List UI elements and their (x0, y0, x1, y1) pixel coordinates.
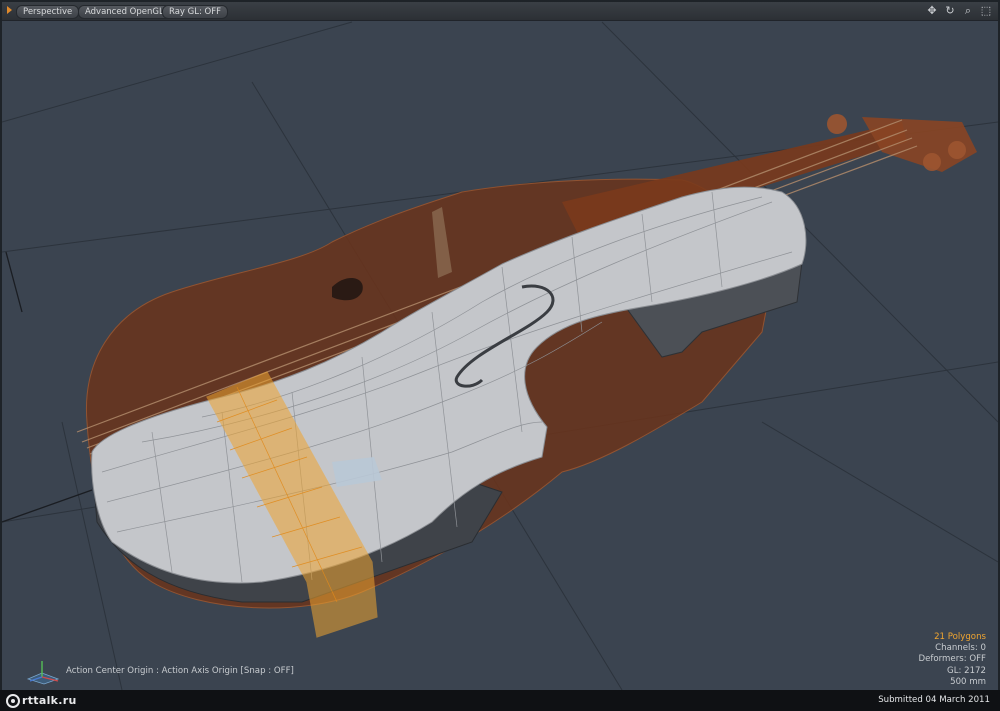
viewport-nav-icons: ✥ ↻ ⌕ ⬚ (926, 4, 992, 17)
zoom-icon[interactable]: ⌕ (962, 4, 974, 17)
site-logo[interactable]: rttalk.ru (6, 693, 77, 708)
axis-gizmo-icon (26, 661, 60, 685)
scene-canvas[interactable] (2, 2, 998, 690)
footer-bar: rttalk.ru Submitted 04 March 2011 (0, 690, 1000, 711)
channels-count: Channels: 0 (935, 643, 986, 654)
logo-text: rttalk.ru (22, 694, 77, 707)
ray-gl-button[interactable]: Ray GL: OFF (162, 5, 229, 19)
viewport-toolbar: Perspective Advanced OpenGL Ray GL: OFF … (2, 2, 998, 21)
move-icon[interactable]: ✥ (926, 4, 938, 17)
deformers-status: Deformers: OFF (918, 654, 986, 665)
rotate-icon[interactable]: ↻ (944, 4, 956, 17)
submitted-date: Submitted 04 March 2011 (878, 695, 990, 705)
gl-count: GL: 2172 (947, 665, 986, 676)
logo-icon (6, 693, 20, 708)
grid-scale: 500 mm (950, 676, 986, 687)
action-center-status: Action Center Origin : Action Axis Origi… (66, 666, 294, 676)
advanced-opengl-button[interactable]: Advanced OpenGL (78, 5, 171, 19)
viewport-menu-arrow-icon[interactable] (7, 6, 12, 14)
perspective-button[interactable]: Perspective (16, 5, 80, 19)
3d-viewport[interactable]: Perspective Advanced OpenGL Ray GL: OFF … (2, 2, 998, 690)
maximize-icon[interactable]: ⬚ (980, 4, 992, 17)
polygon-count: 21 Polygons (934, 632, 986, 642)
scene-stats: 21 Polygons Channels: 0 Deformers: OFF G… (918, 632, 986, 688)
